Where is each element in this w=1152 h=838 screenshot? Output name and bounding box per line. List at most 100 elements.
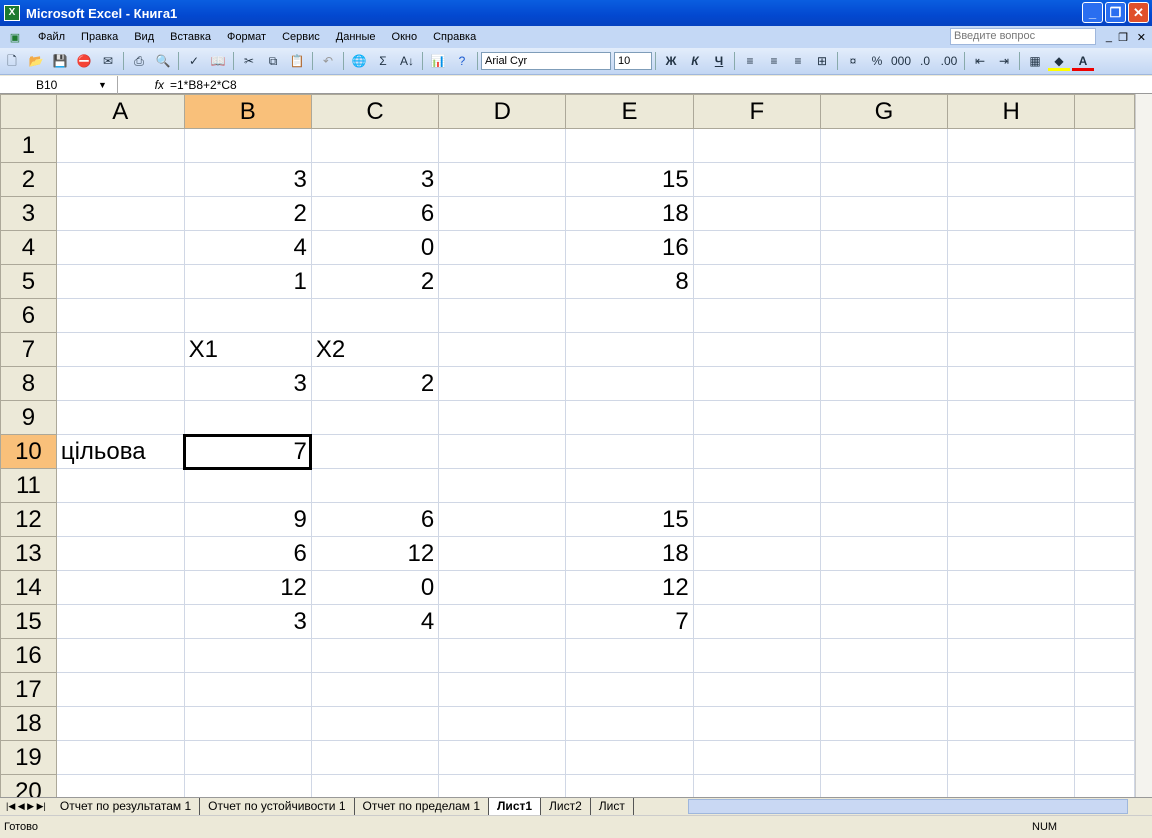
cell[interactable] bbox=[819, 502, 949, 537]
cell[interactable] bbox=[183, 468, 312, 503]
row-header[interactable]: 4 bbox=[0, 230, 57, 265]
cell[interactable] bbox=[947, 400, 1076, 435]
cell[interactable] bbox=[1074, 230, 1135, 265]
menu-item[interactable]: Файл bbox=[30, 31, 73, 43]
cell[interactable] bbox=[565, 128, 694, 163]
row-header[interactable]: 19 bbox=[0, 740, 57, 775]
select-all-corner[interactable] bbox=[0, 94, 57, 129]
cell[interactable] bbox=[1074, 604, 1135, 639]
cell[interactable] bbox=[438, 638, 567, 673]
column-header[interactable]: B bbox=[183, 94, 312, 129]
borders-icon[interactable]: ▦ bbox=[1024, 51, 1046, 71]
cell[interactable] bbox=[565, 672, 694, 707]
cell[interactable] bbox=[438, 536, 567, 571]
cell[interactable] bbox=[692, 468, 821, 503]
font-name-select[interactable]: Arial Cyr bbox=[481, 52, 611, 70]
row-header[interactable]: 2 bbox=[0, 162, 57, 197]
print-preview-icon[interactable]: 🔍 bbox=[152, 51, 174, 71]
cell[interactable] bbox=[55, 196, 185, 231]
cell[interactable] bbox=[565, 774, 694, 797]
align-right-icon[interactable]: ≡ bbox=[787, 51, 809, 71]
tab-navigation-icon[interactable]: |◀ ◀ ▶ ▶| bbox=[0, 801, 52, 812]
cell[interactable] bbox=[819, 196, 949, 231]
cell[interactable] bbox=[692, 774, 821, 797]
row-header[interactable]: 16 bbox=[0, 638, 57, 673]
column-header[interactable]: F bbox=[692, 94, 821, 129]
cell[interactable] bbox=[947, 740, 1076, 775]
row-header[interactable]: 18 bbox=[0, 706, 57, 741]
percent-button[interactable]: % bbox=[866, 51, 888, 71]
cell[interactable] bbox=[1074, 740, 1135, 775]
row-header[interactable]: 20 bbox=[0, 774, 57, 797]
cell[interactable]: X2 bbox=[310, 332, 440, 367]
cell[interactable] bbox=[1074, 400, 1135, 435]
menu-item[interactable]: Вставка bbox=[162, 31, 219, 43]
new-icon[interactable]: 🗋 bbox=[1, 51, 23, 71]
cell[interactable] bbox=[55, 774, 185, 797]
column-header[interactable]: A bbox=[55, 94, 185, 129]
cell[interactable] bbox=[310, 774, 440, 797]
cell[interactable] bbox=[565, 366, 694, 401]
cell[interactable]: 2 bbox=[310, 264, 440, 299]
doc-restore-button[interactable]: ❐ bbox=[1118, 31, 1128, 44]
cell[interactable] bbox=[310, 740, 440, 775]
help-icon[interactable]: ? bbox=[451, 51, 473, 71]
cell[interactable] bbox=[310, 468, 440, 503]
decrease-indent-icon[interactable]: ⇤ bbox=[969, 51, 991, 71]
cell[interactable] bbox=[565, 706, 694, 741]
cell[interactable] bbox=[819, 570, 949, 605]
cell[interactable] bbox=[183, 672, 312, 707]
cell[interactable] bbox=[565, 434, 694, 469]
cell[interactable] bbox=[1074, 434, 1135, 469]
cell[interactable] bbox=[947, 332, 1076, 367]
cell[interactable] bbox=[55, 332, 185, 367]
cell[interactable] bbox=[819, 298, 949, 333]
doc-minimize-button[interactable]: _ bbox=[1106, 31, 1112, 43]
cell[interactable]: 7 bbox=[565, 604, 694, 639]
sheet-tab[interactable]: Лист2 bbox=[541, 798, 591, 815]
cell[interactable] bbox=[947, 638, 1076, 673]
cell[interactable] bbox=[310, 128, 440, 163]
cell[interactable] bbox=[55, 162, 185, 197]
cell[interactable] bbox=[438, 434, 567, 469]
cell[interactable]: 9 bbox=[183, 502, 312, 537]
cell[interactable] bbox=[692, 230, 821, 265]
increase-indent-icon[interactable]: ⇥ bbox=[993, 51, 1015, 71]
cell[interactable] bbox=[310, 672, 440, 707]
cell[interactable] bbox=[692, 162, 821, 197]
print-icon[interactable]: ⎙ bbox=[128, 51, 150, 71]
increase-decimal-icon[interactable]: .0 bbox=[914, 51, 936, 71]
align-center-icon[interactable]: ≡ bbox=[763, 51, 785, 71]
cell[interactable] bbox=[438, 774, 567, 797]
menu-item[interactable]: Окно bbox=[384, 31, 426, 43]
column-header[interactable]: H bbox=[947, 94, 1076, 129]
cell[interactable] bbox=[947, 230, 1076, 265]
chevron-down-icon[interactable]: ▼ bbox=[98, 76, 107, 94]
cell[interactable]: 3 bbox=[183, 162, 312, 197]
minimize-button[interactable]: _ bbox=[1082, 2, 1103, 23]
cell[interactable] bbox=[819, 638, 949, 673]
cell[interactable]: 8 bbox=[565, 264, 694, 299]
cell[interactable]: 12 bbox=[183, 570, 312, 605]
cell[interactable] bbox=[819, 468, 949, 503]
cell[interactable] bbox=[1074, 536, 1135, 571]
row-header[interactable]: 9 bbox=[0, 400, 57, 435]
sheet-tab[interactable]: Отчет по устойчивости 1 bbox=[200, 798, 355, 815]
cell[interactable] bbox=[183, 400, 312, 435]
cell[interactable] bbox=[947, 434, 1076, 469]
row-header[interactable]: 13 bbox=[0, 536, 57, 571]
sort-ascending-icon[interactable]: A↓ bbox=[396, 51, 418, 71]
cut-icon[interactable]: ✂ bbox=[238, 51, 260, 71]
cell[interactable] bbox=[310, 400, 440, 435]
row-header[interactable]: 11 bbox=[0, 468, 57, 503]
menu-item[interactable]: Вид bbox=[126, 31, 162, 43]
cell[interactable] bbox=[565, 332, 694, 367]
cell[interactable] bbox=[438, 332, 567, 367]
cell[interactable] bbox=[692, 128, 821, 163]
cell[interactable] bbox=[819, 536, 949, 571]
cell[interactable] bbox=[55, 706, 185, 741]
cell[interactable] bbox=[565, 468, 694, 503]
cell[interactable] bbox=[819, 740, 949, 775]
cell[interactable] bbox=[819, 128, 949, 163]
cell[interactable] bbox=[1074, 706, 1135, 741]
